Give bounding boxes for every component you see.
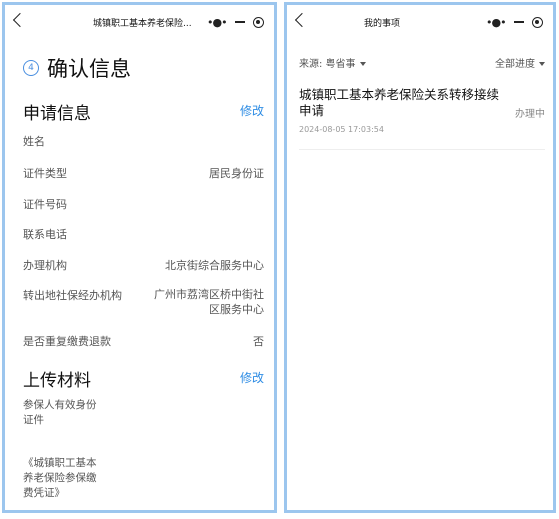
list-item[interactable]: 城镇职工基本养老保险关系转移接续申请 2024-08-05 17:03:54 办… [299, 87, 545, 150]
upload-material-title: 上传材料 [23, 371, 91, 391]
page-title: 城镇职工基本养老保险... [93, 19, 192, 29]
confirm-info-panel: 城镇职工基本养老保险... •●• 4 确认信息 申请信息 修改 姓名 证件类型… [2, 2, 277, 513]
mini-program-capsule: •●• [481, 11, 547, 33]
caret-icon [539, 62, 545, 66]
field-label: 是否重复缴费退款 [23, 335, 111, 348]
step-header: 4 确认信息 [23, 53, 131, 83]
mini-program-capsule: •●• [202, 11, 268, 33]
minus-icon[interactable] [235, 21, 246, 23]
my-items-panel: 我的事项 •●• 来源: 粤省事 全部进度 城镇职工基本养老保险关系转移接续申请… [284, 2, 556, 513]
edit-materials-button[interactable]: 修改 [240, 369, 264, 386]
more-icon[interactable]: •●• [206, 16, 228, 29]
target-icon[interactable] [532, 16, 544, 28]
target-icon[interactable] [253, 16, 265, 28]
field-value: 否 [253, 335, 264, 348]
field-label: 联系电话 [23, 228, 67, 241]
material-item: 参保人有效身份证件 [23, 399, 97, 426]
field-value: 北京街综合服务中心 [165, 259, 264, 272]
item-time: 2024-08-05 17:03:54 [299, 125, 384, 134]
source-filter-label: 来源: 粤省事 [299, 59, 356, 70]
field-value: 居民身份证 [209, 167, 264, 180]
step-number-badge: 4 [23, 60, 39, 76]
status-badge: 办理中 [515, 109, 545, 120]
page-title: 我的事项 [363, 19, 400, 29]
field-label: 证件号码 [23, 198, 67, 211]
step-title: 确认信息 [47, 57, 131, 81]
caret-icon [359, 62, 366, 66]
material-item: 《城镇职工基本养老保险参保缴费凭证》 [23, 457, 97, 499]
apply-info-title: 申请信息 [23, 104, 91, 124]
field-label: 办理机构 [23, 259, 67, 272]
more-icon[interactable]: •●• [485, 16, 507, 29]
field-label: 证件类型 [23, 167, 67, 180]
back-icon[interactable] [12, 12, 28, 28]
field-label: 转出地社保经办机构 [23, 289, 122, 302]
progress-filter[interactable]: 全部进度 [495, 55, 545, 70]
item-title: 城镇职工基本养老保险关系转移接续申请 [299, 87, 500, 118]
progress-filter-label: 全部进度 [495, 59, 535, 70]
source-filter[interactable]: 来源: 粤省事 [299, 55, 366, 70]
edit-apply-info-button[interactable]: 修改 [240, 102, 264, 119]
field-label: 姓名 [23, 135, 45, 148]
nav-bar: 城镇职工基本养老保险... •●• [5, 5, 274, 39]
minus-icon[interactable] [514, 21, 525, 23]
field-value: 广州市荔湾区桥中街社区服务中心 [154, 288, 264, 316]
nav-bar: 我的事项 •●• [287, 5, 553, 39]
